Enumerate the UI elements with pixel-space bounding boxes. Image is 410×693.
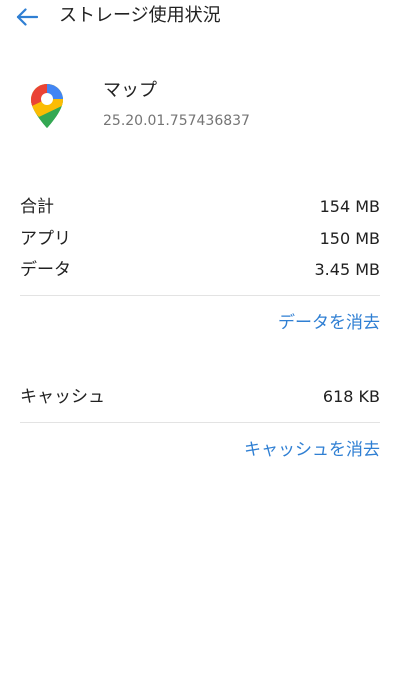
app-size-row: アプリ 150 MB	[20, 225, 380, 253]
app-name: マップ	[103, 80, 157, 101]
app-size-value: 150 MB	[319, 229, 380, 248]
cache-label: キャッシュ	[20, 387, 105, 407]
clear-cache-button[interactable]: キャッシュを消去	[244, 438, 380, 462]
storage-usage-screen: ストレージ使用状況 マップ 25.20.01.757436837 合計 154 …	[0, 0, 410, 693]
data-size-value: 3.45 MB	[314, 260, 381, 279]
data-size-row: データ 3.45 MB	[20, 256, 380, 284]
google-maps-icon	[31, 84, 63, 128]
total-value: 154 MB	[319, 197, 380, 216]
cache-row: キャッシュ 618 KB	[20, 383, 380, 411]
back-button[interactable]	[10, 1, 44, 33]
clear-data-button[interactable]: データを消去	[278, 311, 380, 335]
total-label: 合計	[20, 197, 54, 217]
page-title: ストレージ使用状況	[59, 5, 221, 26]
app-size-label: アプリ	[20, 229, 71, 249]
data-size-label: データ	[20, 260, 71, 280]
toolbar: ストレージ使用状況	[0, 0, 410, 36]
total-row: 合計 154 MB	[20, 193, 380, 221]
divider	[20, 295, 380, 296]
app-header: マップ 25.20.01.757436837	[0, 70, 410, 140]
arrow-back-icon	[16, 8, 38, 26]
divider	[20, 422, 380, 423]
cache-value: 618 KB	[322, 387, 380, 406]
app-version: 25.20.01.757436837	[103, 113, 250, 129]
